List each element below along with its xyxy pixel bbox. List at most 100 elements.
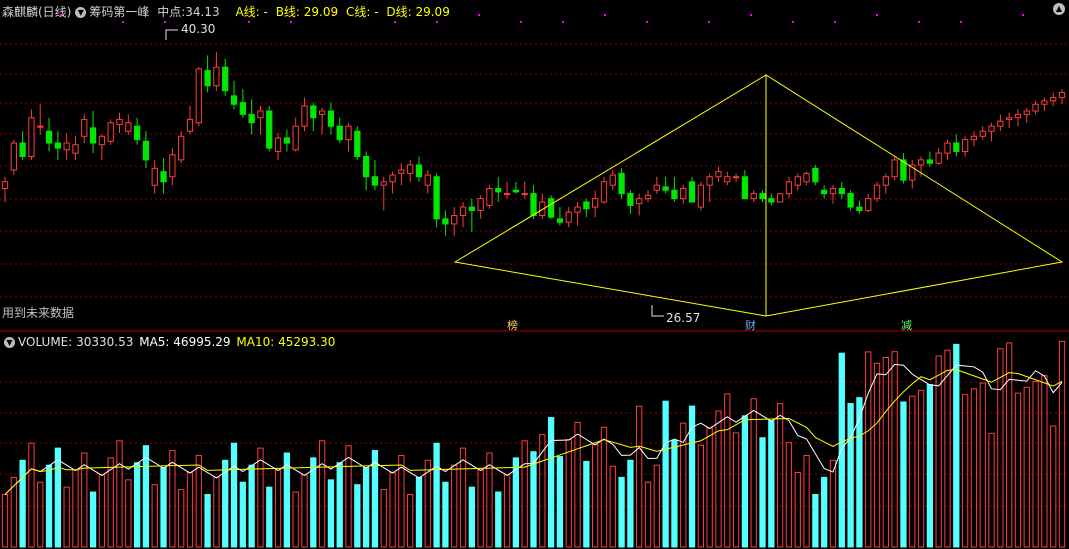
candle-body [345,125,352,141]
volume-bar [1058,340,1066,548]
volume-bar [944,349,951,548]
signal-dot [520,21,522,23]
volume-bar [988,432,995,548]
candle-body [195,68,202,124]
signal-dot [290,21,292,23]
volume-bar [415,476,423,548]
volume-bar [195,454,202,548]
marker-cai[interactable]: 财 [744,320,757,332]
candle-body [318,110,326,115]
candle-body [1014,113,1022,119]
candle-body [477,198,484,211]
indicator-name[interactable]: 筹码第一峰 [89,5,149,19]
signal-dot [792,21,794,23]
volume-bar [565,438,572,548]
volume-title: VOLUME: [18,335,73,349]
candle-body [37,125,44,128]
marker-bang[interactable]: 榜 [506,320,519,332]
volume-bar [627,459,634,548]
a-line-value: A线: - [235,5,268,19]
signal-dot [834,21,836,23]
candle-body [636,198,643,205]
volume-bar [81,452,88,548]
low-price-pointer [651,305,664,317]
candle-body [873,184,881,200]
volume-bar [151,484,158,548]
candle-body [160,171,167,183]
candle-body [785,181,793,195]
volume-header: ▼ VOLUME: 30330.53 MA5: 46995.29 MA10: 45… [2,335,335,349]
chart-header: 森麒麟(日线) ▼ 筹码第一峰 中点:34.13 A线: - B线: 29.09 C… [2,5,450,19]
candle-body [151,167,158,186]
candle-body [556,218,564,223]
candle-body [239,102,246,115]
candle-body [133,125,141,141]
volume-bar [794,472,801,548]
candle-body [970,135,978,141]
candle-body [627,193,634,206]
candle-body [204,70,211,87]
volume-bar [636,405,643,548]
volume-dropdown-icon[interactable]: ▼ [4,337,15,348]
signal-dot [122,21,124,23]
candle-body [865,198,872,211]
low-price-label: 26.57 [666,311,701,325]
volume-bar [1050,425,1057,548]
volume-bar [336,462,343,548]
candle-body [142,140,150,161]
volume-bar [583,460,590,548]
volume-bar [812,493,819,548]
volume-bar [882,357,889,548]
candle-body [512,189,520,193]
chevron-up-icon[interactable]: ▲ [1053,3,1065,15]
midpoint-value: 34.13 [185,5,220,19]
indicator-dropdown-icon[interactable]: ▼ [75,7,87,18]
volume-bar [160,467,167,548]
candle-body [169,154,176,178]
candle-body [1,181,9,190]
volume-bar [909,395,916,548]
future-data-note: 用到未来数据 [2,306,75,320]
volume-bar [609,465,616,548]
candle-body [741,176,749,200]
volume-bar [750,398,757,548]
marker-jian[interactable]: 减 [900,320,913,332]
candle-body [398,169,405,174]
volume-bar [732,432,740,548]
candle-body [116,118,123,125]
volume-bar [407,493,414,548]
candle-body [592,198,599,208]
volume-bar [785,442,793,548]
volume-bar [389,472,396,548]
volume-bar [821,476,828,548]
volume-bar [917,389,925,548]
candle-body [891,159,898,178]
candle-body [178,135,185,161]
stock-chart [0,14,1069,548]
volume-bar [856,397,863,548]
candle-body [107,122,114,142]
volume-bar [213,476,220,548]
candle-body [917,159,925,166]
volume-bar [19,459,26,548]
candle-body [944,142,951,154]
candle-body [926,159,934,164]
candle-body [750,193,757,200]
volume-bar [979,382,986,548]
volume-bar [741,415,749,548]
volume-bar [574,421,581,548]
volume-bar [768,420,775,548]
candle-body [688,181,696,203]
volume-bar [362,467,370,548]
volume-bar [600,426,608,548]
volume-bar [926,384,934,548]
candle-body [19,142,26,158]
signal-dot [604,14,606,16]
candle-body [213,66,220,87]
candle-body [653,184,660,191]
volume-bar [829,459,837,548]
volume-bar [530,451,537,548]
candle-body [1058,91,1066,99]
candle-body [671,189,678,200]
candle-body [266,110,273,149]
